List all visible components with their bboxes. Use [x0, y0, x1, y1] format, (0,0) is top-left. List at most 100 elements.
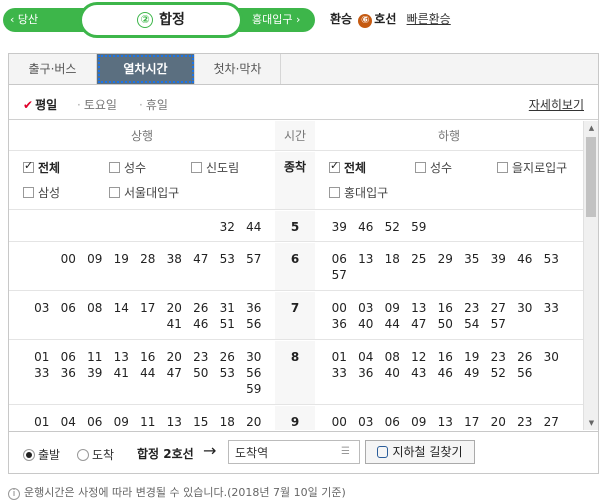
minute-value: 18	[219, 415, 235, 429]
minute-value: 20	[166, 301, 182, 315]
transfer-line-name[interactable]: 호선	[374, 12, 396, 26]
minute-value: 00	[331, 415, 347, 429]
scroll-down-arrow-icon[interactable]: ▼	[584, 416, 598, 430]
minute-value: 03	[358, 301, 374, 315]
minute-value: 06	[60, 301, 76, 315]
filter-up-all[interactable]: 전체	[23, 159, 60, 176]
minute-value: 41	[113, 366, 129, 380]
minute-value: 44	[140, 366, 156, 380]
minute-value: 46	[358, 220, 374, 234]
up-times-cell: 010406091113151820232527293133353841	[9, 406, 275, 430]
route-bar: 출발 도착 합정 2호선 → ☰ 지하철 길찾기	[9, 431, 598, 473]
minute-value: 33	[34, 366, 50, 380]
minute-value: 06	[87, 415, 103, 429]
line-6-badge[interactable]: ⑥	[358, 14, 373, 28]
hour-cell: 8	[275, 341, 315, 404]
hour-cell: 9	[275, 406, 315, 430]
radio-arrival-label: 도착	[92, 448, 115, 462]
minute-value: 44	[246, 220, 262, 234]
minute-value: 46	[517, 252, 533, 266]
filters-up: 전체 성수 신도림 삼성 서울대입구	[9, 152, 275, 210]
filter-label: 을지로입구	[512, 161, 568, 175]
scroll-thumb[interactable]	[586, 137, 596, 217]
up-times-cell: 32 44	[9, 211, 275, 241]
minute-value: 32	[219, 220, 235, 234]
minute-value: 30	[517, 301, 533, 315]
radio-arrival[interactable]: 도착	[77, 446, 114, 463]
checkbox-icon	[23, 187, 34, 198]
up-times-cell: 01 06 11 13 16 20 23 26 30 33 36 39 41 44 47 50 53 56 59	[9, 341, 275, 404]
day-holiday[interactable]: · 휴일	[139, 96, 168, 113]
minute-value: 23	[517, 415, 533, 429]
minute-value: 01	[34, 415, 50, 429]
hour-cell: 5	[275, 211, 315, 241]
minute-value: 23	[490, 350, 506, 364]
minute-value: 57	[490, 317, 506, 331]
minute-value: 11	[140, 415, 156, 429]
fast-transfer-link[interactable]: 빠른환승	[407, 12, 451, 26]
minute-value: 06	[60, 350, 76, 364]
filter-down-seongsu[interactable]: 성수	[415, 159, 452, 176]
checkbox-icon	[329, 187, 340, 198]
minute-value: 19	[113, 252, 129, 266]
minute-value: 39	[87, 366, 103, 380]
minute-value: 20	[166, 350, 182, 364]
minute-value: 03	[358, 415, 374, 429]
tab-exit-bus[interactable]: 출구·버스	[9, 54, 97, 84]
dot-icon: ·	[77, 98, 81, 112]
minute-value: 47	[411, 317, 427, 331]
minute-value: 26	[219, 350, 235, 364]
up-minutes-line: 03 06 08 14 17 20 26 31 36	[29, 301, 268, 315]
next-station-link[interactable]: 홍대입구 ›	[252, 8, 300, 32]
filter-label: 홍대입구	[344, 186, 389, 200]
prev-station-link[interactable]: ‹ 당산	[10, 8, 38, 32]
down-minutes-line: 00 03 06 09 13 17 20 23 27	[326, 415, 565, 429]
tab-train-time[interactable]: 열차시간	[97, 54, 195, 84]
find-route-button[interactable]: 지하철 길찾기	[365, 440, 475, 464]
down-times-cell: 00 03 09 13 16 23 27 30 33 36 40 44 47 50 54 57	[315, 292, 583, 339]
filter-up-seongsu[interactable]: 성수	[109, 159, 146, 176]
filter-down-hongik[interactable]: 홍대입구	[329, 184, 388, 201]
minute-value: 53	[219, 252, 235, 266]
transfer-info: 환승 ⑥ 호선 빠른환승	[330, 10, 451, 28]
minute-value: 09	[384, 301, 400, 315]
checkbox-icon	[497, 162, 508, 173]
minute-value: 36	[358, 366, 374, 380]
minute-value: 23	[193, 350, 209, 364]
filter-label: 삼성	[38, 186, 61, 200]
terminal-label: 종착	[275, 152, 315, 210]
filter-label: 서울대입구	[124, 186, 180, 200]
minute-value: 49	[464, 366, 480, 380]
list-icon[interactable]: ☰	[341, 446, 350, 457]
minute-value: 14	[113, 301, 129, 315]
day-weekday[interactable]: ✔ 평일	[23, 96, 57, 113]
minute-value: 35	[464, 252, 480, 266]
up-minutes-line: 32 44	[214, 220, 267, 234]
minute-value: 20	[246, 415, 262, 429]
filter-down-euljiro[interactable]: 을지로입구	[497, 159, 567, 176]
minute-value: 00	[60, 252, 76, 266]
down-minutes-line: 33 36 40 43 46 49 52 56	[326, 366, 538, 380]
detail-link[interactable]: 자세히보기	[529, 96, 584, 113]
scrollbar[interactable]: ▲ ▼	[583, 121, 598, 430]
filter-down-all[interactable]: 전체	[329, 159, 366, 176]
minute-value: 13	[358, 252, 374, 266]
minute-value: 47	[166, 366, 182, 380]
up-minutes-line: 00 09 19 28 38 47 53 57	[55, 252, 267, 266]
scroll-up-arrow-icon[interactable]: ▲	[584, 121, 598, 135]
filter-up-samseong[interactable]: 삼성	[23, 184, 60, 201]
transfer-label: 환승	[330, 12, 353, 26]
day-saturday-label: 토요일	[83, 98, 117, 112]
filter-up-sindorim[interactable]: 신도림	[191, 159, 239, 176]
current-station-name: 합정	[159, 12, 185, 28]
filter-up-snu[interactable]: 서울대입구	[109, 184, 179, 201]
minute-value: 00	[331, 301, 347, 315]
minute-value: 06	[331, 252, 347, 266]
tab-first-last[interactable]: 첫차·막차	[195, 54, 281, 84]
day-saturday[interactable]: · 토요일	[77, 96, 117, 113]
minute-value: 16	[437, 350, 453, 364]
radio-departure[interactable]: 출발	[23, 446, 60, 463]
current-station: ② 합정	[79, 2, 243, 38]
up-minutes-line: 01 04 06 09 11 13 15 18 20	[29, 415, 268, 429]
down-minutes-line: 00 03 09 13 16 23 27 30 33	[326, 301, 565, 315]
